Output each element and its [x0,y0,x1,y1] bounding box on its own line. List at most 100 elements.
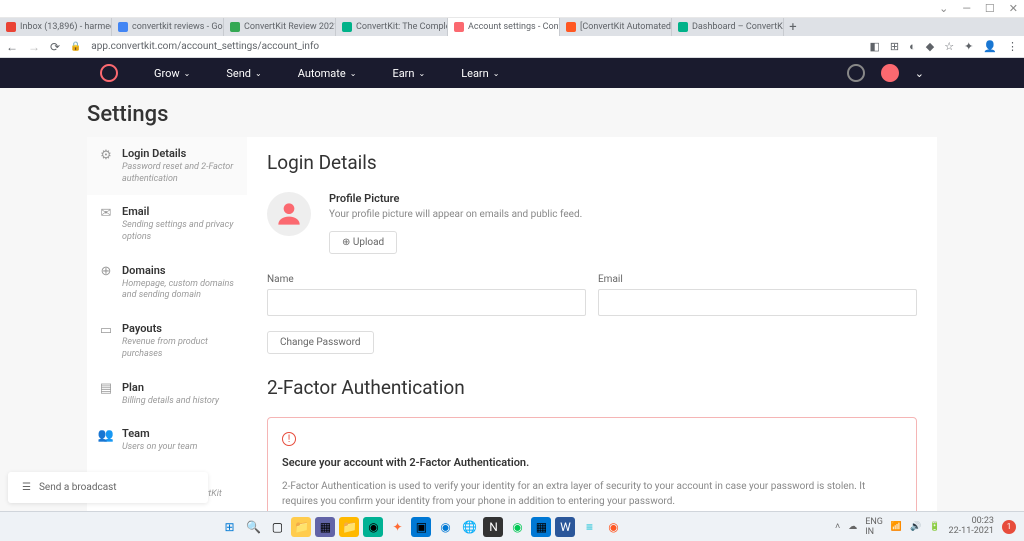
address-bar-icons: ◧ ⊞ ◐ ◆ ☆ ✦ 👤 ⋮ [869,40,1018,53]
main-panel: Login Details Profile Picture Your profi… [247,137,937,541]
search-icon[interactable]: 🔍 [243,517,263,537]
task-view-icon[interactable]: ▢ [267,517,287,537]
ext-icon[interactable]: ☆ [944,40,954,53]
chevron-down-icon: ⌄ [418,69,425,78]
lock-icon: 🔒 [70,42,81,52]
sidebar-icon: ✉ [98,205,114,221]
ext-icon[interactable]: ◆ [926,40,934,53]
convertkit-logo[interactable] [100,64,118,82]
tab-favicon [566,22,576,32]
address-bar: ← → ⟳ 🔒 app.convertkit.com/account_setti… [0,36,1024,58]
chrome-icon[interactable]: 🌐 [459,517,479,537]
browser-tab[interactable]: Account settings - Conver× [448,18,560,36]
app-icon[interactable]: ≡ [579,517,599,537]
app-icon[interactable]: ▣ [411,517,431,537]
nav-automate[interactable]: Automate ⌄ [298,67,357,80]
app-icon[interactable]: ◉ [603,517,623,537]
forward-button[interactable]: → [28,40,40,54]
nav-earn[interactable]: Earn⌄ [392,67,425,80]
alert-icon: ! [282,432,296,446]
start-icon[interactable]: ⊞ [219,517,239,537]
change-password-button[interactable]: Change Password [267,331,374,354]
email-label: Email [598,274,917,285]
new-tab-button[interactable]: + [784,20,802,35]
browser-tab[interactable]: ConvertKit Review 2021: D× [224,18,336,36]
sidebar-item-domains[interactable]: ⊕DomainsHomepage, custom domains and sen… [87,254,247,312]
ext-icon[interactable]: ◧ [869,40,879,53]
windows-taskbar: ⊞ 🔍 ▢ 📁 ▦ 📁 ◉ ✦ ▣ ◉ 🌐 N ◉ ▦ W ≡ ◉ ˄ ☁ EN… [0,511,1024,541]
nav-learn[interactable]: Learn⌄ [461,67,499,80]
nav-send[interactable]: Send⌄ [226,67,261,80]
sidebar-icon: ⊕ [98,264,114,280]
reload-button[interactable]: ⟳ [50,40,60,54]
app-icon[interactable]: 📁 [339,517,359,537]
profile-icon[interactable]: 👤 [983,40,997,53]
email-input[interactable] [598,289,917,316]
url-text[interactable]: app.convertkit.com/account_settings/acco… [91,41,859,52]
sidebar-item-payouts[interactable]: ▭PayoutsRevenue from product purchases [87,312,247,370]
chevron-down-icon: ⌄ [184,69,191,78]
word-icon[interactable]: W [555,517,575,537]
browser-tab[interactable]: Dashboard – ConvertKit× [672,18,784,36]
tray-notifications-icon[interactable]: 1 [1002,520,1016,534]
app-icon[interactable]: ✦ [387,517,407,537]
nav-label: Learn [461,67,489,80]
window-close[interactable]: ✕ [1009,2,1018,15]
tray-cloud-icon[interactable]: ☁ [848,522,857,532]
tab-label: ConvertKit: The Complete [356,22,448,32]
tray-volume-icon[interactable]: 🔊 [910,522,921,532]
app-icon[interactable]: N [483,517,503,537]
tab-favicon [6,22,16,32]
broadcast-icon: ☰ [22,482,31,493]
sidebar-item-email[interactable]: ✉EmailSending settings and privacy optio… [87,195,247,253]
user-avatar[interactable] [881,64,899,82]
help-icon[interactable] [847,64,865,82]
chevron-down-icon: ⌄ [350,69,357,78]
browser-tabs: Inbox (13,896) - harmeet7×convertkit rev… [0,18,1024,36]
sidebar-item-login-details[interactable]: ⚙Login DetailsPassword reset and 2-Facto… [87,137,247,195]
browser-tab[interactable]: convertkit reviews - Googl× [112,18,224,36]
section-heading-tfa: 2-Factor Authentication [267,376,917,399]
window-dropdown[interactable]: ⌄ [939,2,948,15]
sidebar-item-title: Payouts [122,322,239,335]
explorer-icon[interactable]: 📁 [291,517,311,537]
tray-wifi-icon[interactable]: 📶 [891,522,902,532]
sidebar-item-team[interactable]: 👥TeamUsers on your team [87,417,247,464]
name-label: Name [267,274,586,285]
browser-tab[interactable]: Inbox (13,896) - harmeet7× [0,18,112,36]
sidebar-item-title: Login Details [122,147,239,160]
ext-icon[interactable]: ◐ [909,40,916,53]
window-minimize[interactable]: — [962,2,971,15]
nav-grow[interactable]: Grow⌄ [154,67,190,80]
app-icon[interactable]: ◉ [507,517,527,537]
tray-lang[interactable]: ENGIN [865,517,883,537]
browser-tab[interactable]: ConvertKit: The Complete× [336,18,448,36]
tfa-desc: 2-Factor Authentication is used to verif… [282,479,902,509]
nav-label: Automate [298,67,346,80]
extensions-icon[interactable]: ✦ [964,40,973,53]
app-icon[interactable]: ▦ [315,517,335,537]
back-button[interactable]: ← [6,40,18,54]
tray-clock[interactable]: 00:2322-11-2021 [949,517,994,537]
sidebar-item-title: Plan [122,381,219,394]
user-menu-caret[interactable]: ⌄ [915,67,924,80]
upload-button[interactable]: ⊕ Upload [329,231,397,254]
app-icon[interactable]: ◉ [363,517,383,537]
sidebar-item-desc: Billing details and history [122,396,219,408]
edge-icon[interactable]: ◉ [435,517,455,537]
tab-favicon [118,22,128,32]
profile-picture-desc: Your profile picture will appear on emai… [329,209,582,220]
tray-battery-icon[interactable]: 🔋 [929,522,940,532]
tray-chevron[interactable]: ˄ [835,521,840,532]
chevron-down-icon: ⌄ [255,69,262,78]
sidebar-icon: ▤ [98,381,114,397]
window-maximize[interactable]: ☐ [985,2,995,15]
send-broadcast-widget[interactable]: ☰ Send a broadcast [8,472,208,503]
app-icon[interactable]: ▦ [531,517,551,537]
tab-label: ConvertKit Review 2021: D [244,22,336,32]
browser-tab[interactable]: [ConvertKit Automated E-× [560,18,672,36]
sidebar-item-plan[interactable]: ▤ Plan Billing details and history [87,371,247,418]
name-input[interactable] [267,289,586,316]
menu-icon[interactable]: ⋮ [1007,40,1018,53]
ext-icon[interactable]: ⊞ [890,40,899,53]
